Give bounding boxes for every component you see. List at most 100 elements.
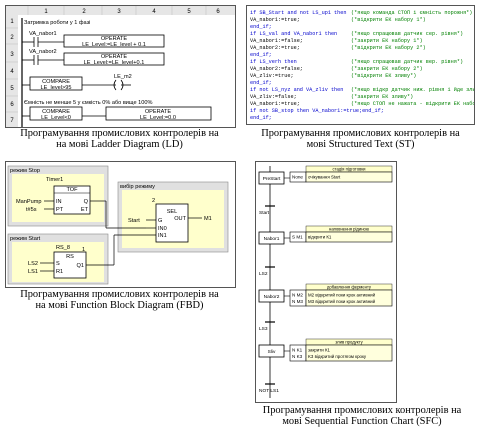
ld-caption: Програмування промислових контролерів на… bbox=[0, 128, 239, 150]
ld-compare2-expr: LE_Level<0 bbox=[41, 115, 71, 121]
fbd-sel-start: Start bbox=[128, 218, 140, 224]
fbd-input-time: t#5s bbox=[26, 207, 37, 213]
fbd-sel-in1: IN1 bbox=[158, 233, 167, 239]
st-comment: (*якщо СТОП не нажата - відкрити ЕК набо… bbox=[351, 101, 474, 107]
fbd-select-label: вибір режиму bbox=[120, 184, 155, 190]
ld-contact-1: VA_nabor1 bbox=[29, 31, 57, 37]
sfc-step: Nabor2 N M2N M3 добавлення ферменту M2 відк… bbox=[258, 283, 393, 307]
sfc-action: очікування Start bbox=[308, 175, 341, 180]
fbd-sel-num: 2 bbox=[152, 198, 155, 204]
sfc-transition: LS3 bbox=[259, 321, 275, 332]
st-panel: if SB_Start and not LS_up1 then (*якщо ко… bbox=[246, 5, 475, 125]
st-comment: (*відкрити ЕК набору 1*) bbox=[351, 17, 426, 23]
sfc-caption: Програмування промислових контролерів на… bbox=[245, 405, 479, 427]
sfc-qualifier: N K3 bbox=[292, 354, 303, 359]
sfc-diagram: PreStart None стадія підготовки очікування … bbox=[258, 165, 393, 398]
st-code-line: VA_nabor2:=false; bbox=[250, 66, 303, 72]
sfc-action-title: добавлення ферменту bbox=[327, 284, 372, 289]
fbd-rs-type: RS bbox=[66, 254, 74, 260]
fbd-stop-label: режим Stop bbox=[10, 168, 40, 174]
ld-caption-line2: на мові Ladder Diagram (LD) bbox=[56, 139, 183, 150]
sfc-transition: LS2 bbox=[259, 266, 275, 277]
ld-rung1-comment: Затримка роботи у 1 фазі bbox=[24, 20, 90, 26]
st-code-line: VA_nabor1:=true; bbox=[250, 17, 300, 23]
fbd-input-ls2: LS2 bbox=[28, 261, 38, 267]
fbd-rs-instance: RS_8 bbox=[56, 245, 70, 251]
fbd-caption-line1: Програмування промислових контролерів на bbox=[20, 289, 219, 300]
st-code-line: end_if; bbox=[250, 115, 272, 121]
fbd-timer-q: Q bbox=[84, 199, 89, 205]
st-code-line: VA_zliv:=false; bbox=[250, 94, 297, 100]
sfc-step-name: Sliv bbox=[268, 349, 276, 355]
ld-rung6-comment: Ємність не менше 5 у ємкість 0% або вище… bbox=[24, 100, 152, 106]
st-code-line: VA_nabor1:=false; bbox=[250, 38, 303, 44]
fbd-timer-pt: PT bbox=[56, 207, 64, 213]
st-code-line: if LS_val and VA_nabor1 then bbox=[250, 31, 337, 37]
fbd-rs-r1: R1 bbox=[56, 269, 63, 275]
st-code: if SB_Start and not LS_up1 then (*якщо ко… bbox=[250, 10, 474, 121]
fbd-caption: Програмування промислових контролерів на… bbox=[0, 289, 239, 311]
fbd-input-ls1: LS1 bbox=[28, 269, 38, 275]
st-comment: (*закрити ЕК набору 2*) bbox=[351, 66, 423, 72]
ld-caption-line1: Програмування промислових контролерів на bbox=[20, 128, 219, 139]
st-caption-line2: мові Structured Text (ST) bbox=[306, 139, 415, 150]
sfc-panel: PreStart None стадія підготовки очікування … bbox=[255, 161, 397, 403]
st-code-line: VA_nabor2:=true; bbox=[250, 45, 300, 51]
fbd-sel-g: G bbox=[158, 218, 162, 224]
fbd-timer-in: IN bbox=[56, 199, 62, 205]
fbd-rs-num: 1 bbox=[82, 247, 85, 253]
st-code-line: if not LS_nyz and VA_zliv then bbox=[250, 87, 343, 93]
sfc-step: PreStart None стадія підготовки очікування … bbox=[258, 165, 393, 185]
sfc-action: M2 відкритий поки крок активний bbox=[308, 293, 376, 298]
st-code-line: end_if; bbox=[250, 24, 272, 30]
st-code-line: if LS_verh then bbox=[250, 59, 297, 65]
fbd-output-m: M1 bbox=[204, 216, 212, 222]
sfc-step-name: Nabor1 bbox=[264, 236, 280, 242]
sfc-transition-label: LS3 bbox=[259, 326, 268, 332]
st-code-line: if not SB_stop then VA_nabor1:=true;end_… bbox=[250, 108, 384, 114]
sfc-action: закрити К1 bbox=[308, 348, 331, 353]
st-code-line: end_if; bbox=[250, 52, 272, 58]
fbd-panel: режим Stop вибір режиму режим Start Time… bbox=[5, 161, 236, 288]
st-comment: (*якщо спрацював датчик вер. рівня*) bbox=[351, 59, 463, 65]
fbd-timer-et: ET bbox=[81, 207, 89, 213]
sfc-transition-label: NOT LS1 bbox=[259, 388, 279, 394]
sfc-step: Sliv N K1N K3 злив продукту закрити К1K3 ві… bbox=[258, 338, 393, 362]
ld-diagram: 1 2 3 4 5 6 1 2 3 4 5 6 7 Затримка робот… bbox=[6, 6, 235, 127]
ld-compare1-expr: LE_level>95 bbox=[41, 85, 72, 91]
st-code-line: VA_nabor1:=true; bbox=[250, 101, 300, 107]
ld-panel: 1 2 3 4 5 6 1 2 3 4 5 6 7 Затримка робот… bbox=[5, 5, 236, 128]
ld-block2-expr: LE_Level:=LE_level+0.1 bbox=[84, 60, 145, 66]
st-comment: (*якщо відкр датчик ниж. рівня і йде зли… bbox=[351, 86, 474, 93]
fbd-input-pump: ManPump bbox=[16, 199, 42, 205]
sfc-action: відкрити К1 bbox=[308, 235, 332, 240]
st-comment: (*якщо команда СТОП і ємність порожня*) bbox=[351, 10, 472, 16]
sfc-qualifier: S M1 bbox=[292, 235, 303, 240]
sfc-transition: Start bbox=[259, 205, 275, 216]
fbd-sel-in0: IN0 bbox=[158, 226, 167, 232]
fbd-timer-instance: Timer1 bbox=[46, 177, 63, 183]
sfc-action-title: злив продукту bbox=[335, 339, 363, 344]
fbd-rs-q1: Q1 bbox=[77, 263, 84, 269]
sfc-action: K3 відкритий протягом кроку bbox=[308, 354, 367, 359]
st-code-line: end_if; bbox=[250, 80, 272, 86]
sfc-qualifier: N M3 bbox=[292, 299, 303, 304]
sfc-qualifier: N M2 bbox=[292, 293, 303, 298]
st-comment: (*відкрити ЕК набору 2*) bbox=[351, 45, 426, 51]
sfc-step-name: Nabor2 bbox=[264, 294, 280, 300]
sfc-qualifier: None bbox=[292, 175, 303, 180]
sfc-transition-label: LS2 bbox=[259, 271, 268, 277]
st-caption: Програмування промислових контролерів на… bbox=[242, 128, 479, 150]
st-comment: (*закрити ЕК зливу*) bbox=[351, 94, 413, 100]
sfc-step-name: PreStart bbox=[263, 176, 281, 182]
sfc-transition-label: Start bbox=[259, 210, 270, 216]
sfc-qualifier: N K1 bbox=[292, 348, 303, 353]
fbd-caption-line2: на мові Function Block Diagram (FBD) bbox=[35, 300, 204, 311]
sfc-caption-line2: мові Sequential Function Chart (SFC) bbox=[282, 416, 442, 427]
fbd-sel-type: SEL bbox=[167, 209, 178, 215]
st-code-line: VA_zliv:=true; bbox=[250, 73, 294, 79]
ld-block3-expr: LE_Level:=0.0 bbox=[140, 115, 176, 121]
st-comment: (*відкрити ЕК зливу*) bbox=[351, 73, 416, 79]
sfc-caption-line1: Програмування промислових контролерів на bbox=[262, 405, 462, 416]
fbd-start-label: режим Start bbox=[10, 236, 41, 242]
